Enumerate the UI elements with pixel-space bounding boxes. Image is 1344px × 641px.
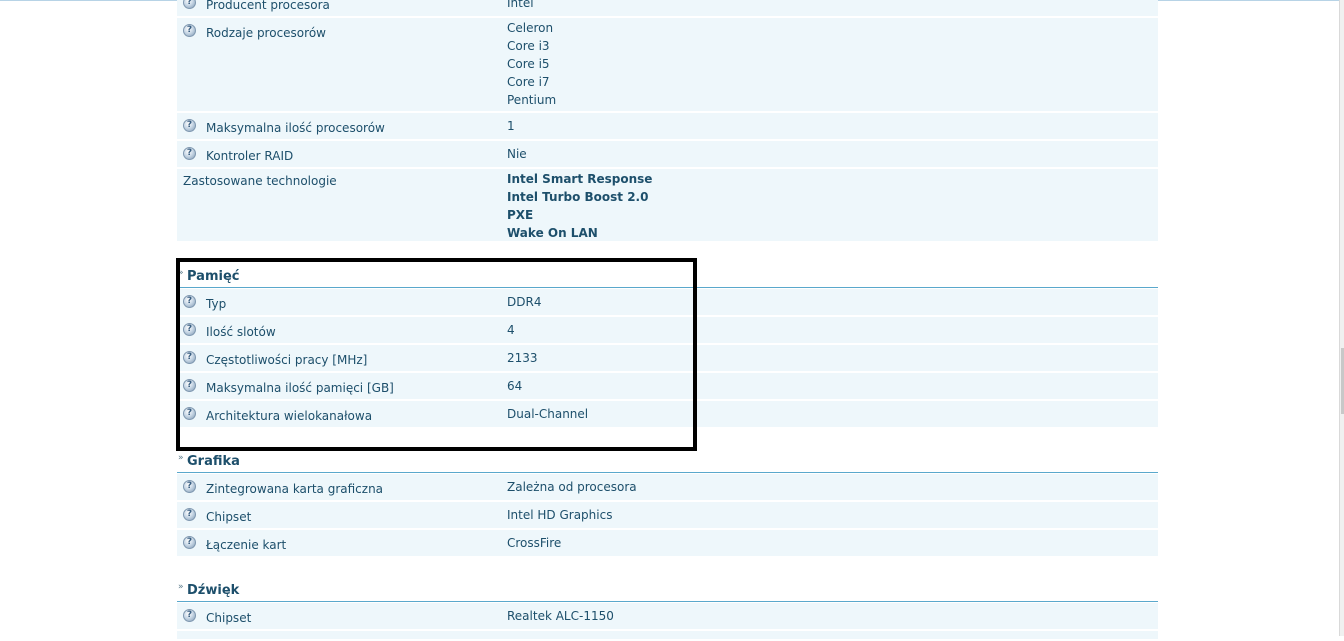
info-icon[interactable]: ? bbox=[183, 119, 196, 132]
spec-row-karta-graficzna: ? Zintegrowana karta graficzna Zależna o… bbox=[177, 474, 1158, 502]
section-title-dzwiek: » Dźwięk bbox=[177, 580, 1158, 602]
spec-label: Chipset bbox=[206, 510, 252, 524]
spec-row-chipset-graficzny: ? Chipset Intel HD Graphics bbox=[177, 502, 1158, 530]
spec-value: 1 bbox=[507, 119, 515, 133]
spec-label: Zintegrowana karta graficzna bbox=[206, 482, 384, 496]
spec-label: Łączenie kart bbox=[206, 538, 287, 552]
info-icon[interactable]: ? bbox=[183, 24, 196, 37]
spec-row-laczenie-kart: ? Łączenie kart CrossFire bbox=[177, 530, 1158, 558]
double-chevron-icon: » bbox=[178, 453, 184, 463]
technology-link[interactable]: Intel Turbo Boost 2.0 bbox=[507, 191, 652, 209]
info-icon[interactable]: ? bbox=[183, 147, 196, 160]
spec-label: Maksymalna ilość procesorów bbox=[206, 121, 385, 135]
spec-value: CrossFire bbox=[507, 536, 562, 550]
spec-value-list: Intel Smart Response Intel Turbo Boost 2… bbox=[507, 173, 652, 245]
spec-row-raid: ? Kontroler RAID Nie bbox=[177, 141, 1158, 169]
spec-value-list: Celeron Core i3 Core i5 Core i7 Pentium bbox=[507, 21, 557, 107]
info-icon[interactable]: ? bbox=[183, 0, 196, 9]
spec-row-max-procesorow: ? Maksymalna ilość procesorów 1 bbox=[177, 113, 1158, 141]
spec-value: Nie bbox=[507, 147, 527, 161]
spec-row-chipset-dzwieku: ? Chipset Realtek ALC-1150 bbox=[177, 603, 1158, 631]
spec-label: Kontroler RAID bbox=[206, 149, 294, 163]
spec-value: Zależna od procesora bbox=[507, 480, 637, 494]
section-title-grafika: » Grafika bbox=[177, 451, 1158, 473]
spec-label: Chipset bbox=[206, 611, 252, 625]
spec-label: Zastosowane technologie bbox=[183, 174, 337, 188]
spec-row-next bbox=[177, 631, 1158, 641]
vertical-scrollbar[interactable] bbox=[1339, 0, 1344, 636]
info-icon[interactable]: ? bbox=[183, 609, 196, 622]
spec-value: Realtek ALC-1150 bbox=[507, 609, 614, 623]
double-chevron-icon: » bbox=[178, 582, 184, 592]
info-icon[interactable]: ? bbox=[183, 508, 196, 521]
info-icon[interactable]: ? bbox=[183, 480, 196, 493]
spec-row-technologie: Zastosowane technologie Intel Smart Resp… bbox=[177, 169, 1158, 243]
highlight-box bbox=[176, 258, 697, 451]
spec-label: Producent procesora bbox=[206, 0, 330, 12]
technology-link[interactable]: Intel Smart Response bbox=[507, 173, 652, 191]
spec-value: Intel HD Graphics bbox=[507, 508, 613, 522]
technology-link[interactable]: PXE bbox=[507, 209, 652, 227]
info-icon[interactable]: ? bbox=[183, 536, 196, 549]
spec-value: Intel bbox=[507, 0, 534, 10]
spec-label: Rodzaje procesorów bbox=[206, 26, 326, 40]
spec-row-rodzaje: ? Rodzaje procesorów Celeron Core i3 Cor… bbox=[177, 18, 1158, 113]
technology-link[interactable]: Wake On LAN bbox=[507, 227, 652, 245]
spec-row-producent: ? Producent procesora Intel bbox=[177, 0, 1158, 18]
